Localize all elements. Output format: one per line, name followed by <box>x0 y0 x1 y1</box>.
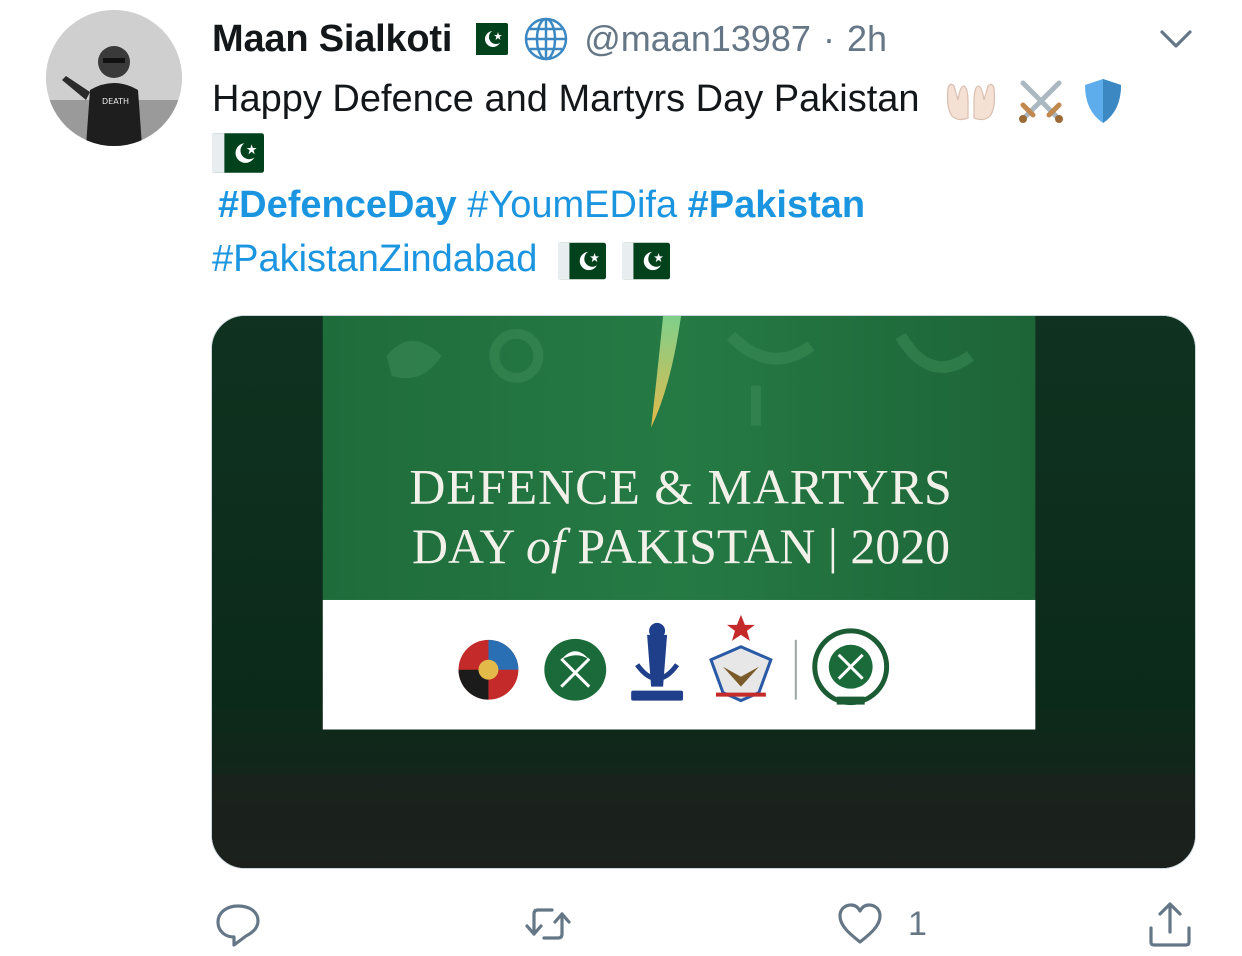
avatar[interactable]: DEATH <box>46 10 182 146</box>
separator-dot: · <box>822 18 835 59</box>
pakistan-flag-icon <box>212 133 264 173</box>
media-title-line1: DEFENCE & MARTYRS <box>409 459 952 514</box>
chevron-down-icon[interactable] <box>1156 24 1196 54</box>
army-emblem-icon <box>544 638 607 701</box>
display-name[interactable]: Maan Sialkoti <box>212 18 452 61</box>
tweet-text: Happy Defence and Martyrs Day Pakistan <box>212 78 920 120</box>
tweet-actions: 1 <box>0 900 1242 956</box>
hashtag-youmedifa[interactable]: #YoumEDifa <box>467 184 677 226</box>
isi-emblem-icon <box>458 639 519 700</box>
svg-text:DEATH: DEATH <box>102 97 129 106</box>
user-handle[interactable]: @maan13987 <box>584 18 811 60</box>
retweet-icon <box>525 908 571 940</box>
pakistan-flag-icon <box>557 242 606 280</box>
hashtag-line: #PakistanZindabad <box>212 234 671 284</box>
palms-up-together-icon <box>947 83 996 121</box>
hashtag-line: #DefenceDay #YoumEDifa #Pakistan <box>218 180 865 230</box>
media-title-line2: DAY of PAKISTAN | 2020 <box>412 519 950 574</box>
timestamp[interactable]: 2h <box>847 18 887 60</box>
reply-button[interactable] <box>214 900 262 948</box>
pakistan-flag-icon <box>466 23 509 55</box>
retweet-button[interactable] <box>524 900 572 948</box>
ispr-emblem-icon <box>812 628 890 706</box>
shield-icon <box>1085 78 1122 123</box>
hashtag-defenceday[interactable]: #DefenceDay <box>218 184 457 226</box>
share-button[interactable] <box>1146 900 1194 948</box>
tweet-header: Maan Sialkoti @maan13987 · 2h <box>212 12 887 66</box>
globe-icon <box>525 17 568 61</box>
pakistan-flag-icon <box>622 242 671 280</box>
crossed-swords-icon <box>1018 80 1063 123</box>
reply-icon <box>216 904 260 947</box>
like-count: 1 <box>908 904 927 943</box>
share-icon <box>1149 902 1191 947</box>
tweet-text-line <box>212 126 264 176</box>
tweet-text-line: Happy Defence and Martyrs Day Pakistan <box>212 74 1123 125</box>
heart-icon <box>838 903 882 944</box>
hashtag-pakistanzindabad[interactable]: #PakistanZindabad <box>212 238 537 280</box>
media-image[interactable]: DEFENCE & MARTYRS DAY of PAKISTAN | 2020 <box>211 315 1196 869</box>
hashtag-pakistan[interactable]: #Pakistan <box>688 184 865 226</box>
like-button[interactable]: 1 <box>836 900 927 948</box>
